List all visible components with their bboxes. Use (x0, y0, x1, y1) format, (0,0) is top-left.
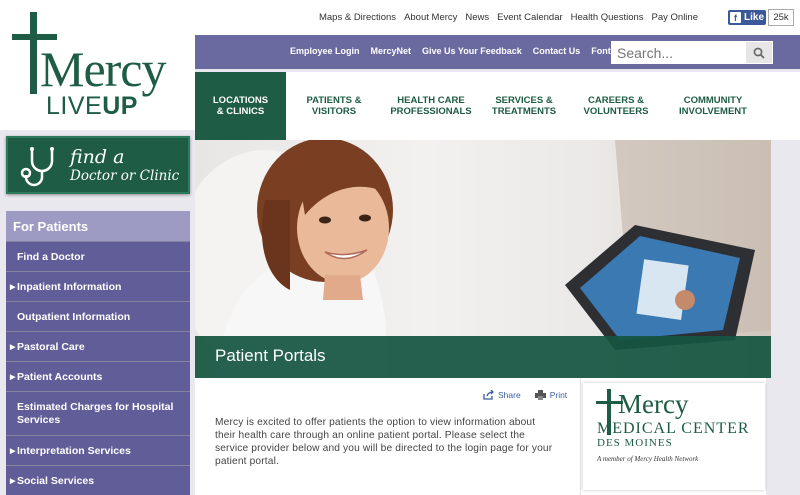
link-pay-online[interactable]: Pay Online (652, 12, 698, 23)
intro-paragraph: Mercy is excited to offer patients the o… (215, 417, 553, 467)
link-maps-directions[interactable]: Maps & Directions (319, 12, 396, 23)
utility-bar: Maps & Directions About Mercy News Event… (195, 0, 800, 35)
link-contact-us[interactable]: Contact Us (533, 46, 581, 56)
sidebar-item-patient-accounts[interactable]: ▶ Patient Accounts (6, 361, 190, 391)
expand-arrow-icon: ▶ (10, 343, 16, 351)
nav-locations-clinics[interactable]: LOCATIONS & CLINICS (195, 72, 286, 140)
find-doctor-line1: find a (70, 146, 125, 168)
share-tools: Share Print (483, 390, 567, 400)
link-employee-login[interactable]: Employee Login (290, 46, 360, 56)
link-mercynet[interactable]: MercyNet (371, 46, 412, 56)
sidebar-item-find-doctor[interactable]: Find a Doctor (6, 241, 190, 271)
find-doctor-button[interactable]: find a Doctor or Clinic (6, 136, 190, 194)
patients-sidebar: For Patients Find a Doctor ▶ Inpatient In… (6, 211, 190, 495)
sidebar-item-outpatient[interactable]: Outpatient Information (6, 301, 190, 331)
facebook-like-button[interactable]: f Like (728, 10, 766, 25)
expand-arrow-icon: ▶ (10, 477, 16, 485)
expand-arrow-icon: ▶ (10, 447, 16, 455)
mercy-medical-center-card[interactable]: Mercy MEDICAL CENTER DES MOINES A member… (580, 378, 766, 495)
hero-banner: Patient Portals (195, 140, 771, 378)
expand-arrow-icon: ▶ (10, 283, 16, 291)
logo-tagline: LIVEUP (46, 92, 138, 120)
secondary-links: Employee Login MercyNet Give Us Your Fee… (290, 46, 642, 56)
hero-caption: Patient Portals (195, 336, 771, 378)
nav-community-involvement[interactable]: COMMUNITY INVOLVEMENT (664, 72, 762, 140)
sidebar-item-interpretation[interactable]: ▶ Interpretation Services (6, 435, 190, 465)
mmc-subtitle: MEDICAL CENTER (597, 420, 750, 437)
page-title: Patient Portals (215, 346, 326, 365)
sidebar-item-estimated-charges[interactable]: Estimated Charges for Hospital Services (6, 391, 190, 435)
find-doctor-line2: Doctor or Clinic (70, 168, 180, 184)
mmc-network: A member of Mercy Health Network (597, 455, 699, 463)
nav-health-care-professionals[interactable]: HEALTH CARE PROFESSIONALS (382, 72, 480, 140)
facebook-icon: f (730, 12, 741, 23)
print-button[interactable]: Print (534, 390, 567, 400)
main-nav: LOCATIONS & CLINICS PATIENTS & VISITORS … (195, 72, 800, 140)
printer-icon (534, 390, 546, 400)
facebook-like-count: 25k (768, 9, 794, 26)
secondary-bar: Employee Login MercyNet Give Us Your Fee… (195, 35, 800, 69)
link-about-mercy[interactable]: About Mercy (404, 12, 457, 23)
sidebar-heading: For Patients (6, 211, 190, 241)
nav-careers-volunteers[interactable]: CAREERS & VOLUNTEERS (568, 72, 664, 140)
sidebar-item-inpatient[interactable]: ▶ Inpatient Information (6, 271, 190, 301)
nav-services-treatments[interactable]: SERVICES & TREATMENTS (480, 72, 568, 140)
search-icon (753, 47, 765, 59)
link-feedback[interactable]: Give Us Your Feedback (422, 46, 522, 56)
share-icon (483, 390, 494, 400)
sidebar-item-pastoral-care[interactable]: ▶ Pastoral Care (6, 331, 190, 361)
nav-patients-visitors[interactable]: PATIENTS & VISITORS (286, 72, 382, 140)
link-news[interactable]: News (465, 12, 489, 23)
mmc-wordmark: Mercy (618, 389, 689, 419)
utility-links: Maps & Directions About Mercy News Event… (319, 12, 698, 23)
link-event-calendar[interactable]: Event Calendar (497, 12, 562, 23)
search-input[interactable] (611, 41, 746, 64)
search-button[interactable] (746, 42, 772, 63)
expand-arrow-icon: ▶ (10, 373, 16, 381)
mercy-logo[interactable]: Mercy LIVEUP (0, 0, 195, 130)
mmc-city: DES MOINES (597, 437, 673, 449)
logo-wordmark: Mercy (40, 41, 166, 97)
link-health-questions[interactable]: Health Questions (571, 12, 644, 23)
stethoscope-icon (20, 147, 54, 187)
sidebar-item-social-services[interactable]: ▶ Social Services (6, 465, 190, 495)
share-button[interactable]: Share (483, 390, 521, 400)
search-box (611, 41, 773, 64)
